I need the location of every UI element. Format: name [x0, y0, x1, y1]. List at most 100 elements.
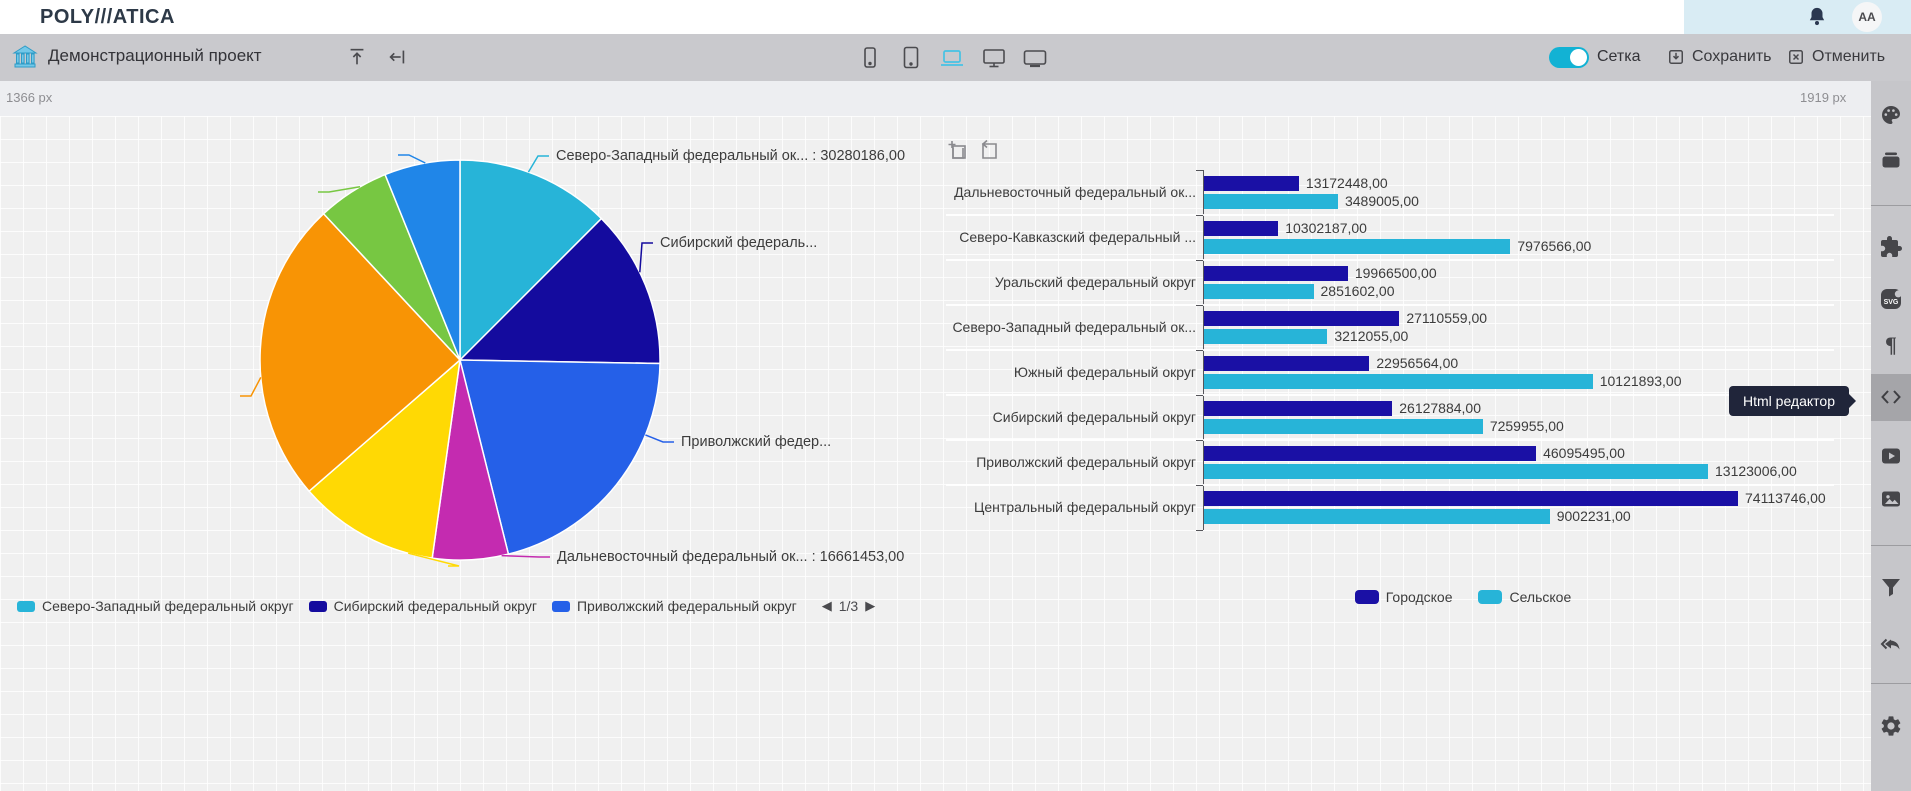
- bar-category-label: Дальневосточный федеральный ок...: [946, 184, 1196, 200]
- filter-icon[interactable]: [1879, 575, 1903, 599]
- cancel-label: Отменить: [1812, 48, 1885, 66]
- project-bank-icon: [12, 44, 38, 70]
- sidebar-divider: [1871, 545, 1911, 546]
- pie-legend: Северо-Западный федеральный округ Сибирск…: [17, 598, 875, 614]
- bar-rural-4[interactable]: [1204, 374, 1593, 389]
- legend-label: Сельское: [1509, 589, 1571, 605]
- bar-urban-7[interactable]: [1204, 491, 1738, 506]
- pie-legend-item[interactable]: Северо-Западный федеральный округ: [17, 598, 294, 614]
- palette-icon[interactable]: [1879, 103, 1903, 127]
- legend-page-indicator: 1/3: [839, 598, 858, 614]
- bar-value-label: 10302187,00: [1285, 221, 1367, 236]
- bar-urban-2[interactable]: [1204, 266, 1348, 281]
- legend-label: Сибирский федеральный округ: [334, 598, 537, 614]
- notifications-bell-icon[interactable]: [1806, 5, 1828, 29]
- bar-urban-0[interactable]: [1204, 176, 1299, 191]
- bar-row-separator: [946, 439, 1834, 441]
- bar-urban-6[interactable]: [1204, 446, 1536, 461]
- puzzle-icon[interactable]: [1879, 235, 1903, 259]
- pie-legend-item[interactable]: Сибирский федеральный округ: [309, 598, 537, 614]
- tablet-icon[interactable]: [897, 44, 925, 72]
- sidebar-divider: [1871, 683, 1911, 684]
- legend-next-icon[interactable]: ▶: [865, 598, 875, 614]
- axis-tick: [1196, 530, 1203, 531]
- legend-label: Городское: [1386, 589, 1453, 605]
- bar-value-label: 13172448,00: [1306, 176, 1388, 191]
- settings-icon[interactable]: [1879, 714, 1903, 738]
- bar-row-separator: [946, 304, 1834, 306]
- add-frame-icon[interactable]: [946, 139, 970, 163]
- legend-prev-icon[interactable]: ◀: [822, 598, 832, 614]
- legend-swatch: [1355, 590, 1379, 604]
- collapse-left-icon[interactable]: [386, 46, 408, 68]
- bar-rural-6[interactable]: [1204, 464, 1708, 479]
- user-avatar[interactable]: AA: [1852, 2, 1882, 32]
- save-label: Сохранить: [1692, 48, 1772, 66]
- bar-category-label: Сибирский федеральный округ: [946, 409, 1196, 425]
- bar-value-label: 27110559,00: [1406, 311, 1487, 326]
- pie-callout: Дальневосточный федеральный ок... : 1666…: [557, 547, 904, 567]
- bar-rural-5[interactable]: [1204, 419, 1483, 434]
- legend-label: Северо-Западный федеральный округ: [42, 598, 294, 614]
- bar-legend-item[interactable]: Сельское: [1478, 589, 1571, 605]
- pie-callout: Северо-Западный федеральный ок... : 3028…: [556, 146, 905, 166]
- code-icon[interactable]: [1879, 385, 1903, 409]
- bar-rural-0[interactable]: [1204, 194, 1338, 209]
- video-icon[interactable]: [1879, 444, 1903, 468]
- bar-rural-3[interactable]: [1204, 329, 1327, 344]
- bar-category-label: Южный федеральный округ: [946, 364, 1196, 380]
- history-frame-icon[interactable]: [977, 139, 1001, 163]
- bar-value-label: 2851602,00: [1321, 284, 1395, 299]
- bar-row-separator: [946, 214, 1834, 216]
- axis-tick: [1196, 170, 1203, 171]
- bar-legend-item[interactable]: Городское: [1355, 589, 1453, 605]
- phone-icon[interactable]: [856, 44, 884, 72]
- bar-row-separator: [946, 259, 1834, 261]
- legend-swatch: [1478, 590, 1502, 604]
- axis-tick: [1196, 440, 1203, 441]
- widgets-icon[interactable]: [1879, 148, 1903, 172]
- bar-value-label: 7259955,00: [1490, 419, 1564, 434]
- axis-tick: [1196, 260, 1203, 261]
- save-button[interactable]: Сохранить: [1666, 47, 1772, 67]
- bar-rural-7[interactable]: [1204, 509, 1550, 524]
- bar-value-label: 9002231,00: [1557, 509, 1631, 524]
- axis-tick: [1196, 305, 1203, 306]
- bar-value-label: 3489005,00: [1345, 194, 1419, 209]
- desktop-icon[interactable]: [980, 44, 1008, 72]
- bar-value-label: 7976566,00: [1517, 239, 1591, 254]
- svg-text:¶: ¶: [1885, 333, 1897, 357]
- pie-callout: Сибирский федераль...: [660, 233, 817, 253]
- pilcrow-icon[interactable]: ¶: [1879, 333, 1903, 357]
- polymatica-logo: POLY///ATICA: [40, 0, 175, 34]
- bar-value-label: 10121893,00: [1600, 374, 1682, 389]
- cancel-button[interactable]: Отменить: [1786, 47, 1885, 67]
- axis-tick: [1196, 215, 1203, 216]
- polymatica-dashboard: POLY///ATICA AA Демонстрационный проект: [0, 0, 1911, 791]
- image-icon[interactable]: [1879, 487, 1903, 511]
- bar-rural-2[interactable]: [1204, 284, 1314, 299]
- bar-urban-4[interactable]: [1204, 356, 1369, 371]
- pie-legend-item[interactable]: Приволжский федеральный округ: [552, 598, 797, 614]
- tv-icon[interactable]: [1021, 44, 1049, 72]
- viewport-width-slider-row: 1366 px 1919 px: [0, 81, 1911, 116]
- bar-value-label: 26127884,00: [1399, 401, 1481, 416]
- save-icon: [1666, 47, 1686, 67]
- undo-icon[interactable]: [1879, 632, 1903, 656]
- bar-urban-5[interactable]: [1204, 401, 1392, 416]
- upload-icon[interactable]: [346, 46, 368, 68]
- tools-sidebar: SVG ¶: [1871, 81, 1911, 791]
- grid-toggle[interactable]: [1549, 47, 1589, 68]
- bar-urban-3[interactable]: [1204, 311, 1399, 326]
- app-header: POLY///ATICA AA: [0, 0, 1911, 34]
- bar-urban-1[interactable]: [1204, 221, 1278, 236]
- laptop-icon[interactable]: [938, 44, 966, 72]
- bar-category-label: Приволжский федеральный округ: [946, 454, 1196, 470]
- legend-label: Приволжский федеральный округ: [577, 598, 797, 614]
- bar-value-label: 19966500,00: [1355, 266, 1437, 281]
- axis-tick: [1196, 395, 1203, 396]
- bar-rural-1[interactable]: [1204, 239, 1510, 254]
- bar-legend: Городское Сельское: [1203, 589, 1723, 605]
- pie-callout: Приволжский федер...: [681, 432, 831, 452]
- svg-icon[interactable]: SVG: [1879, 287, 1903, 311]
